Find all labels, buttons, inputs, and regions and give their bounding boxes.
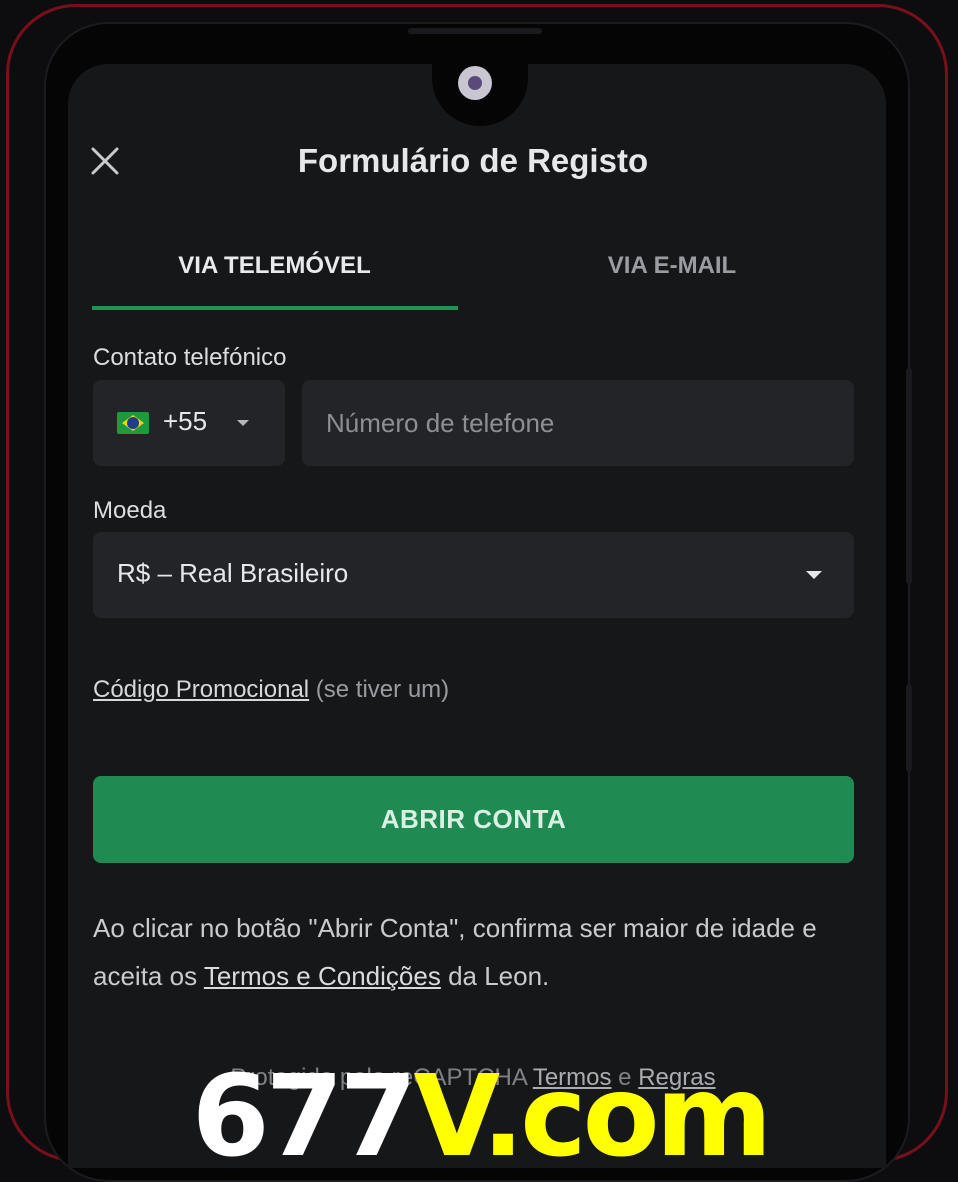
page-title: Formulário de Registo: [297, 142, 649, 179]
terms-disclaimer: Ao clicar no botão "Abrir Conta", confir…: [93, 904, 823, 1000]
watermark-part-1: 677: [191, 1052, 418, 1182]
active-tab-indicator: [92, 306, 458, 310]
speaker-grille: [408, 28, 542, 34]
phone-label: Contato telefónico: [93, 344, 287, 371]
chevron-down-icon: [806, 571, 822, 579]
open-account-button[interactable]: ABRIR CONTA: [93, 776, 854, 863]
promo-code-link[interactable]: Código Promocional: [93, 676, 309, 703]
dial-code: +55: [163, 406, 208, 436]
power-button: [906, 684, 912, 772]
country-code-select[interactable]: +55: [93, 380, 285, 466]
disclaimer-suffix: da Leon.: [448, 961, 550, 991]
watermark: 677V.com: [0, 1052, 958, 1182]
tab-via-telemovel[interactable]: VIA TELEMÓVEL: [92, 252, 457, 280]
promo-code-hint: (se tiver um): [315, 676, 450, 703]
terms-link[interactable]: Termos e Condições: [204, 961, 441, 991]
phone-number-input[interactable]: [302, 380, 854, 466]
currency-select[interactable]: R$ – Real Brasileiro: [93, 532, 854, 618]
chevron-down-icon: [237, 420, 249, 426]
promo-code-row: Código Promocional (se tiver um): [93, 676, 449, 704]
currency-label: Moeda: [93, 497, 167, 524]
camera-icon: [458, 66, 492, 100]
currency-value: R$ – Real Brasileiro: [117, 558, 349, 588]
brazil-flag-icon: [117, 412, 149, 434]
volume-button: [906, 368, 912, 584]
tab-via-email[interactable]: VIA E-MAIL: [490, 252, 854, 280]
watermark-part-2: V.com: [413, 1052, 772, 1182]
